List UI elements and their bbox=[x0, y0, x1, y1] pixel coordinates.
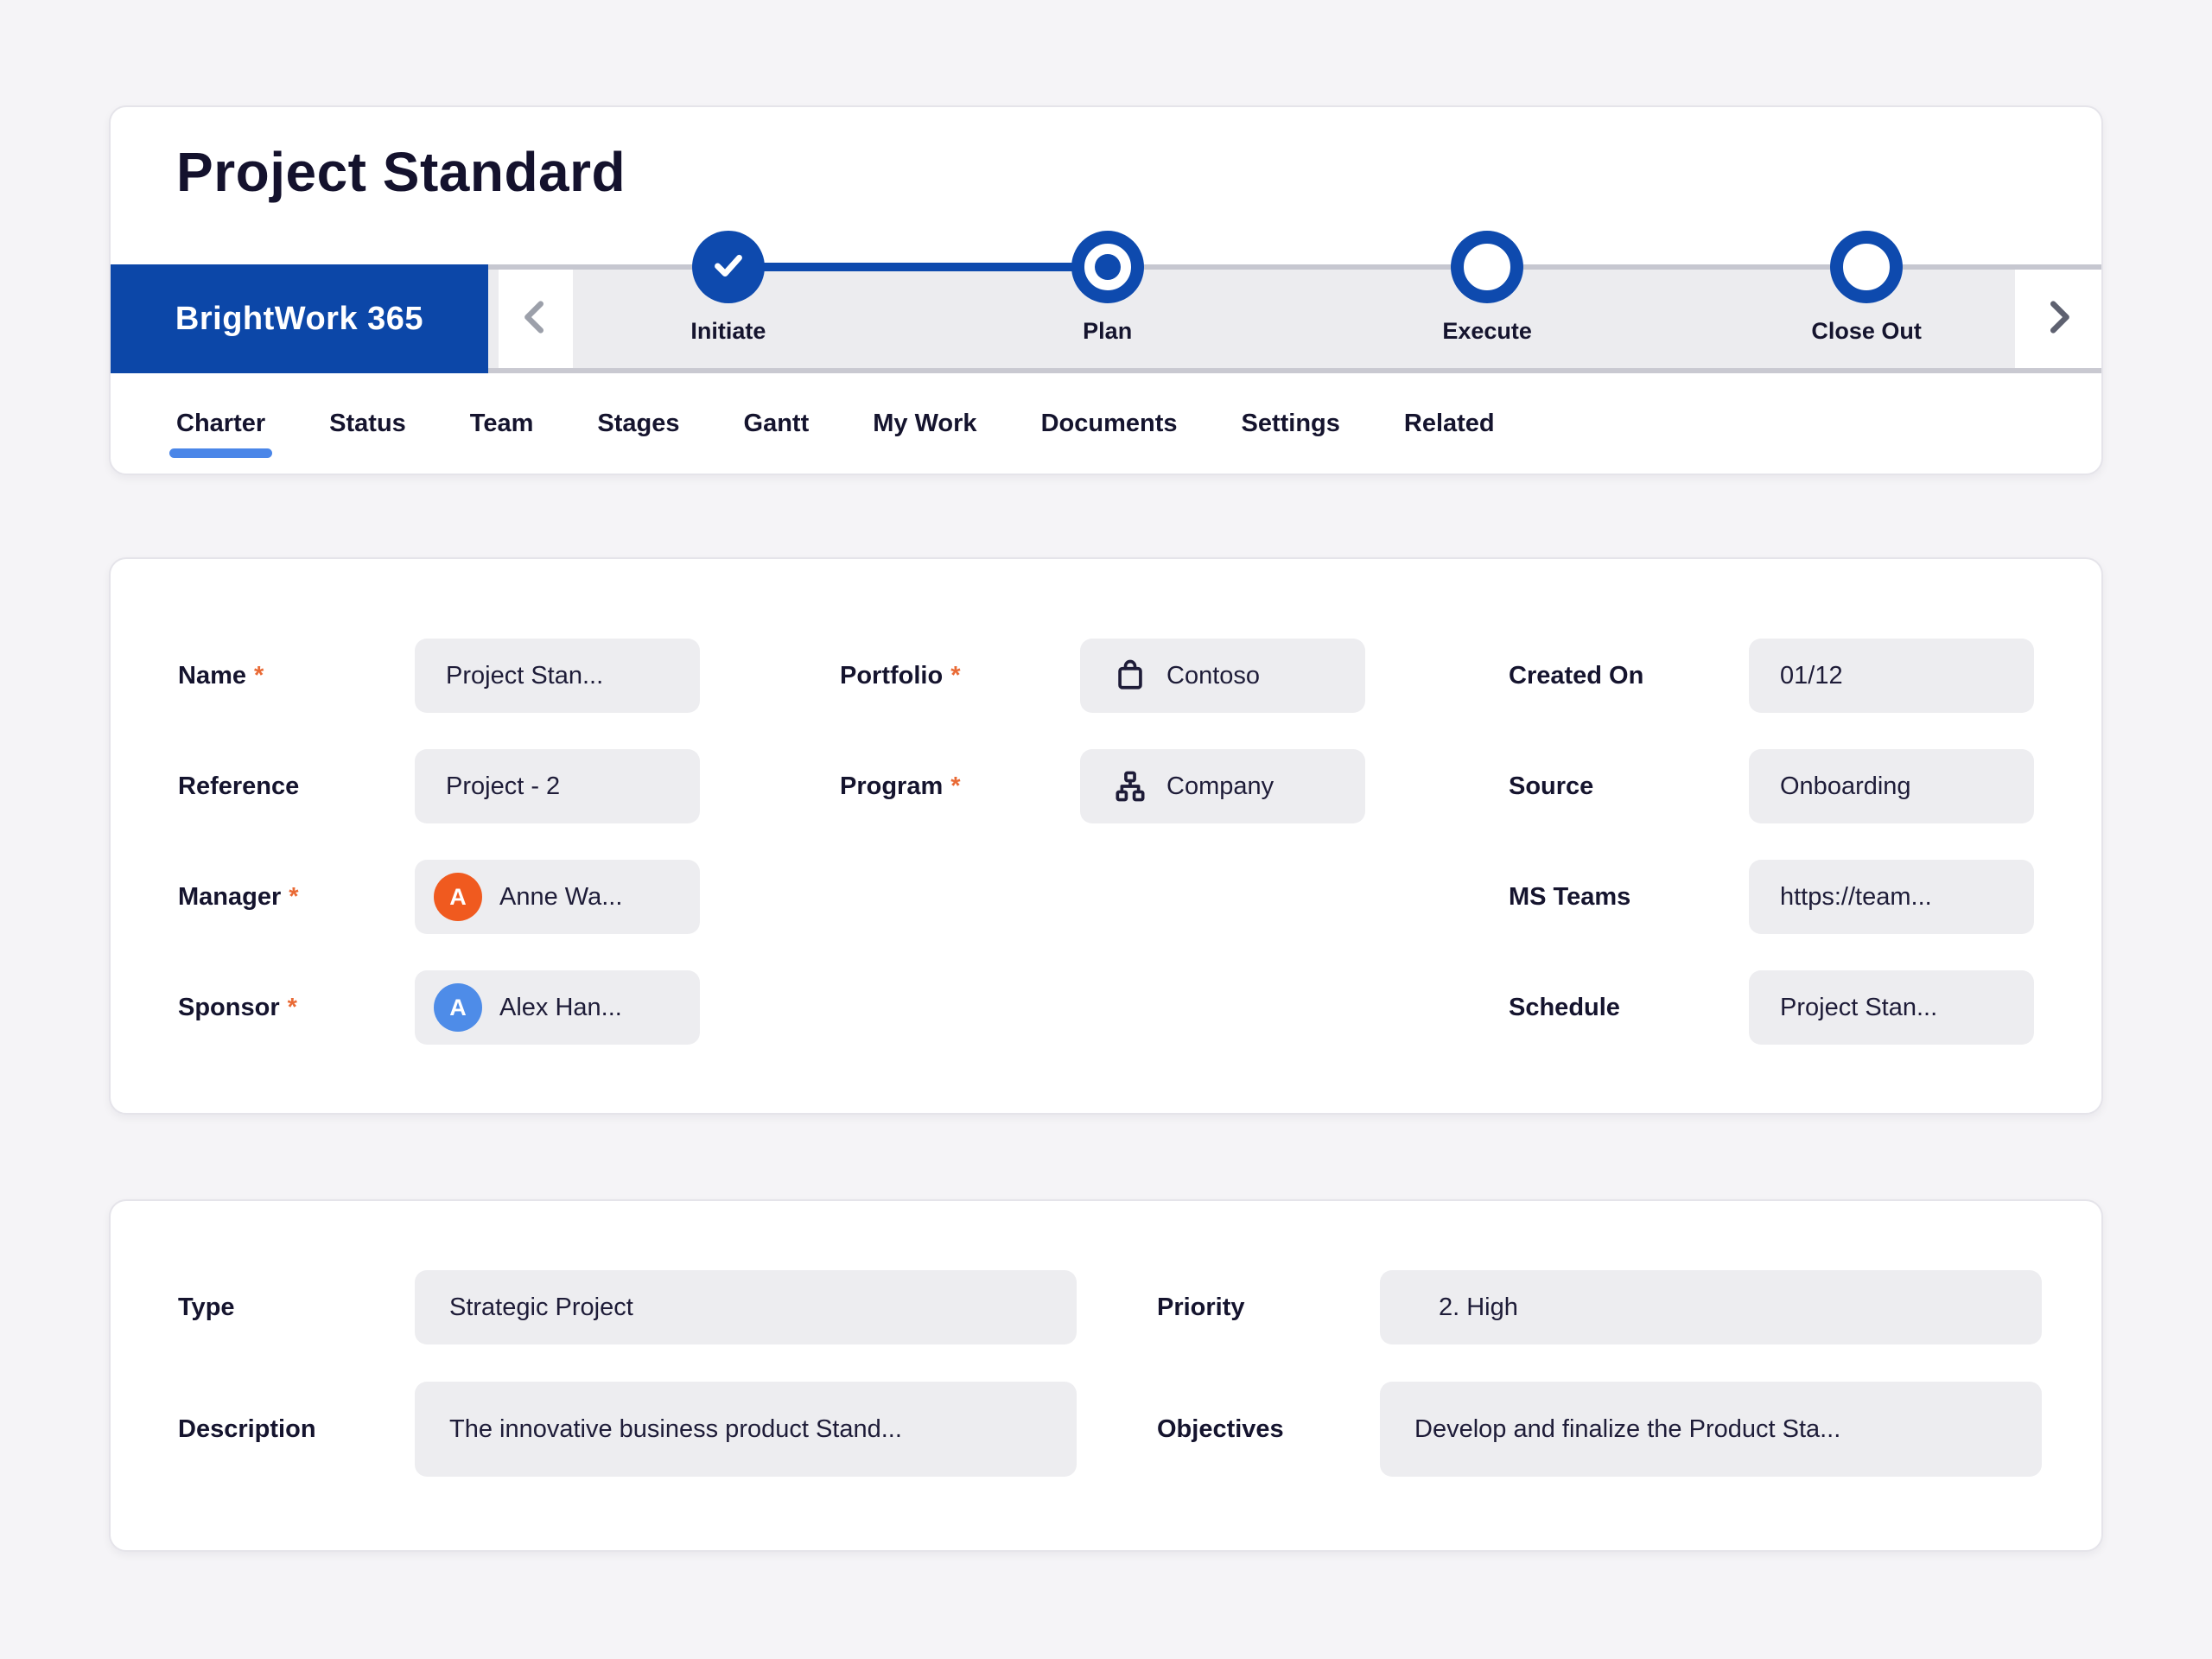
field-label-created-on: Created On bbox=[1509, 639, 1643, 713]
reference-field[interactable]: Project - 2 bbox=[415, 749, 700, 823]
field-label-manager: Manager* bbox=[178, 860, 299, 934]
field-label-portfolio: Portfolio* bbox=[840, 639, 961, 713]
stage-execute[interactable] bbox=[1451, 231, 1523, 303]
stage-track: Initiate Plan Execute Close Out bbox=[573, 270, 2015, 368]
stage-check-icon bbox=[709, 245, 748, 289]
briefcase-icon bbox=[1111, 657, 1149, 695]
stage-initiate[interactable] bbox=[692, 231, 765, 303]
stage-plan[interactable] bbox=[1071, 231, 1144, 303]
stage-connector-completed bbox=[728, 263, 1108, 271]
charter-summary-card: Type Strategic Project Priority 2. High … bbox=[109, 1199, 2103, 1552]
stage-strip: Initiate Plan Execute Close Out bbox=[488, 264, 2101, 373]
objectives-field[interactable]: Develop and finalize the Product Sta... bbox=[1380, 1382, 2042, 1477]
charter-details-card: Name* Project Stan... Portfolio* Contoso… bbox=[109, 557, 2103, 1115]
portfolio-field[interactable]: Contoso bbox=[1080, 639, 1365, 713]
business-process-stepper: BrightWork 365 bbox=[111, 264, 2101, 373]
manager-field[interactable]: A Anne Wa... bbox=[415, 860, 700, 934]
schedule-field[interactable]: Project Stan... bbox=[1749, 970, 2034, 1045]
tab-my-work[interactable]: My Work bbox=[873, 410, 976, 438]
required-asterisk: * bbox=[950, 662, 960, 690]
field-label-sponsor: Sponsor* bbox=[178, 970, 297, 1045]
stage-label-close-out[interactable]: Close Out bbox=[1811, 318, 1922, 345]
required-asterisk: * bbox=[289, 883, 298, 912]
chevron-right-icon bbox=[2038, 290, 2078, 348]
stage-label-plan[interactable]: Plan bbox=[1083, 318, 1132, 345]
sponsor-avatar: A bbox=[434, 983, 482, 1032]
created-on-field[interactable]: 01/12 bbox=[1749, 639, 2034, 713]
type-field[interactable]: Strategic Project bbox=[415, 1270, 1077, 1344]
chevron-left-icon bbox=[516, 290, 556, 348]
stage-scroll-right-button[interactable] bbox=[2015, 270, 2101, 368]
field-label-name: Name* bbox=[178, 639, 264, 713]
stage-label-initiate[interactable]: Initiate bbox=[690, 318, 766, 345]
tab-documents[interactable]: Documents bbox=[1041, 410, 1178, 438]
field-label-source: Source bbox=[1509, 749, 1593, 823]
page: { "app": { "brand": "BrightWork 365", "t… bbox=[0, 0, 2212, 1659]
program-field[interactable]: Company bbox=[1080, 749, 1365, 823]
name-field[interactable]: Project Stan... bbox=[415, 639, 700, 713]
tab-bar: Charter Status Team Stages Gantt My Work… bbox=[176, 372, 1495, 475]
tab-gantt[interactable]: Gantt bbox=[744, 410, 810, 438]
ms-teams-field[interactable]: https://team... bbox=[1749, 860, 2034, 934]
required-asterisk: * bbox=[254, 662, 264, 690]
field-label-schedule: Schedule bbox=[1509, 970, 1620, 1045]
tab-charter[interactable]: Charter bbox=[176, 410, 265, 438]
required-asterisk: * bbox=[288, 994, 297, 1022]
org-chart-icon bbox=[1111, 767, 1149, 805]
field-label-priority: Priority bbox=[1157, 1270, 1245, 1344]
manager-avatar: A bbox=[434, 873, 482, 921]
tab-settings[interactable]: Settings bbox=[1241, 410, 1339, 438]
source-field[interactable]: Onboarding bbox=[1749, 749, 2034, 823]
field-label-description: Description bbox=[178, 1382, 316, 1477]
priority-field[interactable]: 2. High bbox=[1380, 1270, 2042, 1344]
stage-close-out[interactable] bbox=[1830, 231, 1903, 303]
field-label-program: Program* bbox=[840, 749, 961, 823]
project-header-card: Project Standard BrightWork 365 bbox=[109, 105, 2103, 475]
field-label-type: Type bbox=[178, 1270, 235, 1344]
stage-strip-gap bbox=[488, 270, 499, 368]
field-label-reference: Reference bbox=[178, 749, 299, 823]
tab-related[interactable]: Related bbox=[1404, 410, 1495, 438]
stage-scroll-left-button[interactable] bbox=[499, 270, 573, 368]
field-label-objectives: Objectives bbox=[1157, 1382, 1284, 1477]
brand-badge: BrightWork 365 bbox=[111, 264, 488, 373]
required-asterisk: * bbox=[950, 772, 960, 801]
tab-team[interactable]: Team bbox=[470, 410, 534, 438]
page-title: Project Standard bbox=[176, 140, 626, 204]
description-field[interactable]: The innovative business product Stand... bbox=[415, 1382, 1077, 1477]
stage-label-execute[interactable]: Execute bbox=[1442, 318, 1532, 345]
sponsor-field[interactable]: A Alex Han... bbox=[415, 970, 700, 1045]
tab-stages[interactable]: Stages bbox=[597, 410, 679, 438]
field-label-ms-teams: MS Teams bbox=[1509, 860, 1630, 934]
tab-status[interactable]: Status bbox=[329, 410, 406, 438]
